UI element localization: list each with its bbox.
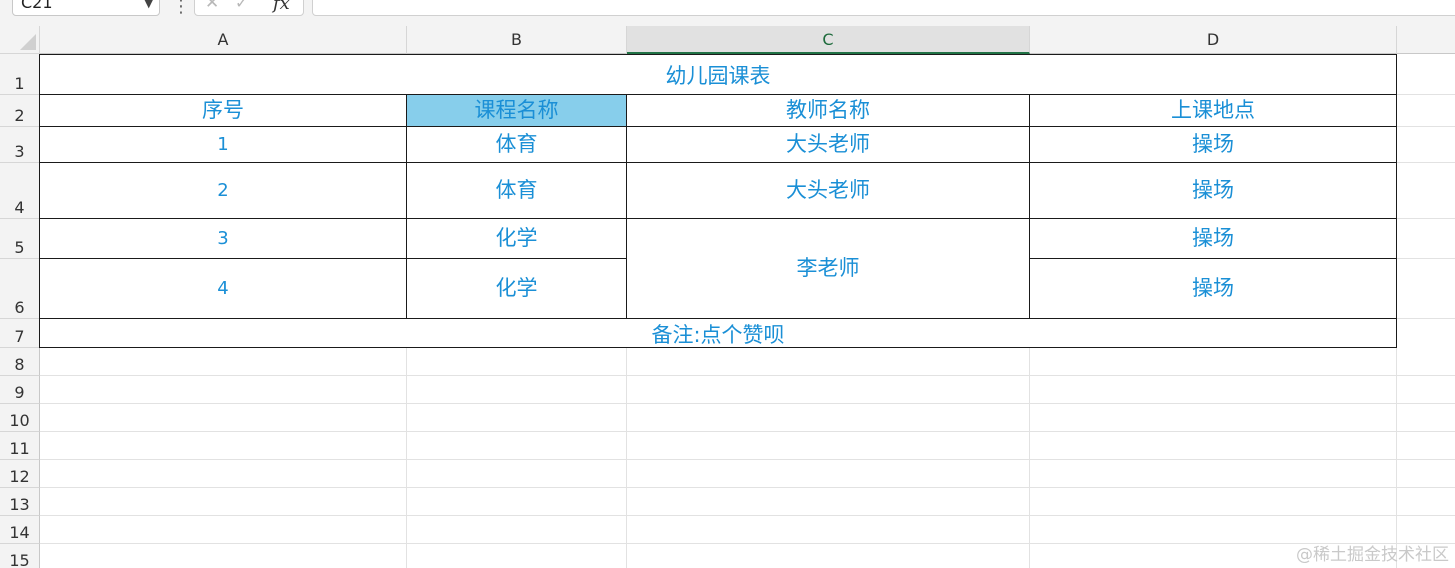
gridline [1397,318,1455,319]
cell-num[interactable]: 1 [39,126,407,163]
gridline [40,515,1455,516]
formula-input[interactable] [312,0,1455,16]
row-header-12[interactable]: 12 [0,460,40,488]
gridline [1397,258,1455,259]
cell-location[interactable]: 操场 [1029,258,1397,319]
row-header-6[interactable]: 6 [0,259,40,319]
row-header-2[interactable]: 2 [0,95,40,127]
cell-note[interactable]: 备注:点个赞呗 [39,318,1397,348]
cell-location[interactable]: 操场 [1029,162,1397,219]
name-box-value: C21 [21,0,53,12]
more-options-icon[interactable]: ⋮ [172,0,190,17]
row-header-14[interactable]: 14 [0,516,40,544]
cell-header-num[interactable]: 序号 [39,94,407,127]
select-all-triangle-icon [20,34,36,50]
watermark: @稀土掘金技术社区 [1296,545,1449,565]
cell-location[interactable]: 操场 [1029,126,1397,163]
row-header-13[interactable]: 13 [0,488,40,516]
row-header-3[interactable]: 3 [0,127,40,163]
gridline [1397,162,1455,163]
cell-teacher[interactable]: 大头老师 [626,162,1030,219]
formula-controls: ✕ ✓ fx [194,0,304,16]
row-header-5[interactable]: 5 [0,219,40,259]
gridline [1396,348,1397,568]
cell-num[interactable]: 3 [39,218,407,259]
cell-course[interactable]: 化学 [406,258,627,319]
gridline [1029,348,1030,568]
cell-course[interactable]: 化学 [406,218,627,259]
cell-num[interactable]: 2 [39,162,407,219]
gridline [40,431,1455,432]
spreadsheet-window: C21 ▼ ⋮ ✕ ✓ fx A B C D 1 2 3 4 5 6 7 8 9… [0,0,1455,568]
row-header-8[interactable]: 8 [0,348,40,376]
gridline [1397,94,1455,95]
row-header-4[interactable]: 4 [0,163,40,219]
row-header-7[interactable]: 7 [0,319,40,348]
column-header-d[interactable]: D [1030,26,1397,54]
insert-function-icon[interactable]: fx [273,0,290,14]
gridline [40,487,1455,488]
enter-icon[interactable]: ✓ [235,0,248,12]
row-header-1[interactable]: 1 [0,54,40,95]
cell-teacher-merged[interactable]: 李老师 [626,218,1030,319]
chevron-down-icon[interactable]: ▼ [145,0,153,10]
row-header-11[interactable]: 11 [0,432,40,460]
cell-title[interactable]: 幼儿园课表 [39,54,1397,95]
row-header-15[interactable]: 15 [0,544,40,568]
formula-bar: C21 ▼ ⋮ ✕ ✓ fx [0,0,1455,26]
column-header-e[interactable] [1397,26,1455,54]
gridline [1397,218,1455,219]
row-header-10[interactable]: 10 [0,404,40,432]
cell-course[interactable]: 体育 [406,126,627,163]
gridline [1397,126,1455,127]
column-header-b[interactable]: B [407,26,627,54]
cell-header-teacher[interactable]: 教师名称 [626,94,1030,127]
cancel-icon[interactable]: ✕ [205,0,219,13]
gridline [40,403,1455,404]
cell-location[interactable]: 操场 [1029,218,1397,259]
column-header-a[interactable]: A [40,26,407,54]
cell-header-location[interactable]: 上课地点 [1029,94,1397,127]
select-all-corner[interactable] [0,26,40,54]
gridline [626,348,627,568]
name-box[interactable]: C21 ▼ [12,0,160,16]
cell-course[interactable]: 体育 [406,162,627,219]
gridline [40,459,1455,460]
cell-header-course[interactable]: 课程名称 [406,94,627,127]
gridline [40,375,1455,376]
gridline [40,543,1455,544]
column-header-c[interactable]: C [627,26,1030,54]
cell-teacher[interactable]: 大头老师 [626,126,1030,163]
cell-num[interactable]: 4 [39,258,407,319]
row-header-9[interactable]: 9 [0,376,40,404]
gridline [406,348,407,568]
